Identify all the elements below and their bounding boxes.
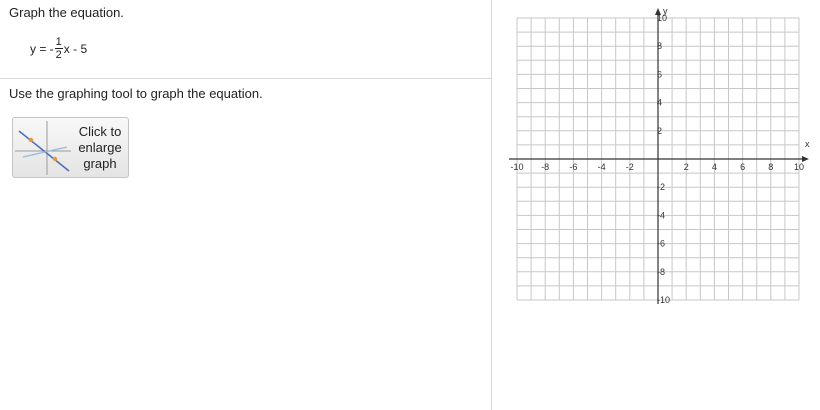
instruction-text: Use the graphing tool to graph the equat… xyxy=(9,86,263,101)
x-tick-label: 6 xyxy=(740,162,745,172)
enlarge-button-label: Click to enlarge graph xyxy=(78,124,122,171)
x-tick-label: 10 xyxy=(794,162,804,172)
equation-lhs: y = - xyxy=(30,41,54,56)
y-tick-label: -10 xyxy=(657,295,670,305)
coordinate-grid[interactable]: xy-10 -8 -6 -4 -2 2 4 6 8 10108642-2-4-6-8-10 xyxy=(505,6,813,316)
fraction-numerator: 1 xyxy=(54,36,63,49)
x-tick-label: -4 xyxy=(598,162,606,172)
y-tick-label: 6 xyxy=(657,69,662,79)
x-tick-label: 4 xyxy=(712,162,717,172)
question-pane: Graph the equation. y = - 1 2 x - 5 Use … xyxy=(0,0,491,410)
y-tick-label: 8 xyxy=(657,41,662,51)
enlarge-graph-button[interactable]: Click to enlarge graph xyxy=(12,117,129,178)
section-divider xyxy=(0,78,491,79)
x-tick-label: -8 xyxy=(541,162,549,172)
equation-fraction: 1 2 xyxy=(54,36,63,61)
graphing-area[interactable]: x y -10 -8 -6 -4 -2 2 4 6 8 10 10 8 6 4 2 -2 -4 -6 -8 -10 xyxy=(505,6,813,316)
graph-thumbnail-icon xyxy=(15,121,71,175)
equation: y = - 1 2 x - 5 xyxy=(30,36,87,61)
question-prompt: Graph the equation. xyxy=(9,5,124,20)
y-tick-label: -6 xyxy=(657,239,665,249)
x-tick-label: 8 xyxy=(768,162,773,172)
x-tick-label: -10 xyxy=(510,162,523,172)
y-tick-label: -4 xyxy=(657,210,665,220)
x-tick-label: -6 xyxy=(569,162,577,172)
fraction-denominator: 2 xyxy=(55,49,62,61)
x-tick-label: 2 xyxy=(684,162,689,172)
pane-divider xyxy=(491,0,492,410)
y-tick-label: -8 xyxy=(657,267,665,277)
y-tick-label: 10 xyxy=(657,13,667,23)
y-tick-label: 2 xyxy=(657,126,662,136)
x-tick-label: -2 xyxy=(626,162,634,172)
equation-rhs: x - 5 xyxy=(63,41,88,56)
x-axis-label: x xyxy=(805,139,810,149)
y-tick-label: 4 xyxy=(657,98,662,108)
y-tick-label: -2 xyxy=(657,182,665,192)
